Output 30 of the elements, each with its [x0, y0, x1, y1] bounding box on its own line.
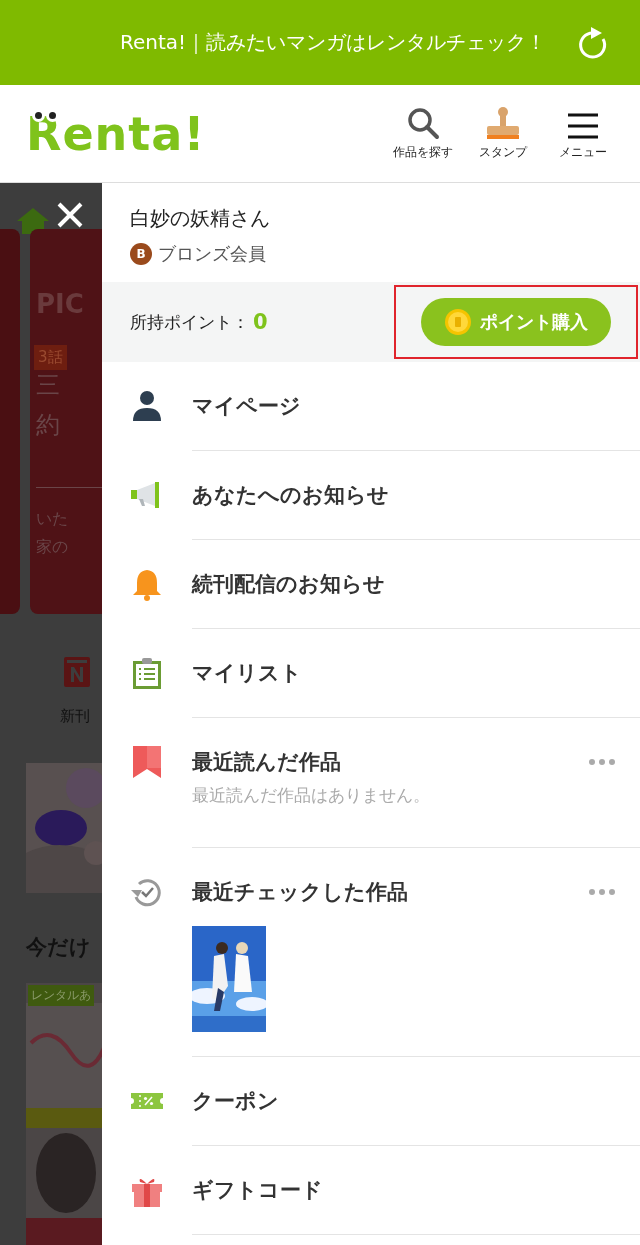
- more-icon[interactable]: [588, 888, 616, 896]
- person-icon: [130, 389, 164, 423]
- menu-item-label[interactable]: クーポン: [192, 1087, 640, 1115]
- rank-badge: B: [130, 243, 152, 265]
- search-icon: [406, 106, 440, 140]
- member-rank: ブロンズ会員: [158, 242, 266, 266]
- clipboard-icon: [130, 656, 164, 690]
- stamp-button[interactable]: スタンプ: [472, 106, 534, 161]
- close-icon[interactable]: [56, 201, 84, 229]
- banner-title: Renta!｜読みたいマンガはレンタルチェック！: [119, 29, 546, 56]
- user-name: 白妙の妖精さん: [130, 205, 271, 232]
- bookmark-icon: [130, 745, 164, 779]
- points-label: 所持ポイント：: [130, 310, 249, 334]
- menu-item-label[interactable]: あなたへのお知らせ: [192, 481, 640, 509]
- menu-item-label[interactable]: マイリスト: [192, 659, 640, 687]
- menu-item-label[interactable]: 最近読んだ作品: [192, 748, 560, 776]
- coin-icon: [444, 308, 472, 336]
- menu-item-label[interactable]: 続刊配信のお知らせ: [192, 570, 640, 598]
- search-button[interactable]: 作品を探す: [392, 106, 454, 161]
- rental-badge: レンタルあ: [28, 985, 94, 1006]
- menu-icon: [567, 112, 599, 140]
- stamp-icon: [484, 106, 522, 140]
- new-release-icon[interactable]: [64, 657, 90, 687]
- points-value: 0: [253, 310, 268, 334]
- menu-item-label[interactable]: 最近チェックした作品: [192, 878, 560, 906]
- menu-button[interactable]: メニュー: [552, 112, 614, 161]
- more-icon[interactable]: [588, 758, 616, 766]
- empty-message: 最近読んだ作品はありません。: [192, 784, 431, 807]
- menu-item-label[interactable]: ギフトコード: [192, 1176, 640, 1204]
- menu-item-label[interactable]: マイページ: [192, 392, 640, 420]
